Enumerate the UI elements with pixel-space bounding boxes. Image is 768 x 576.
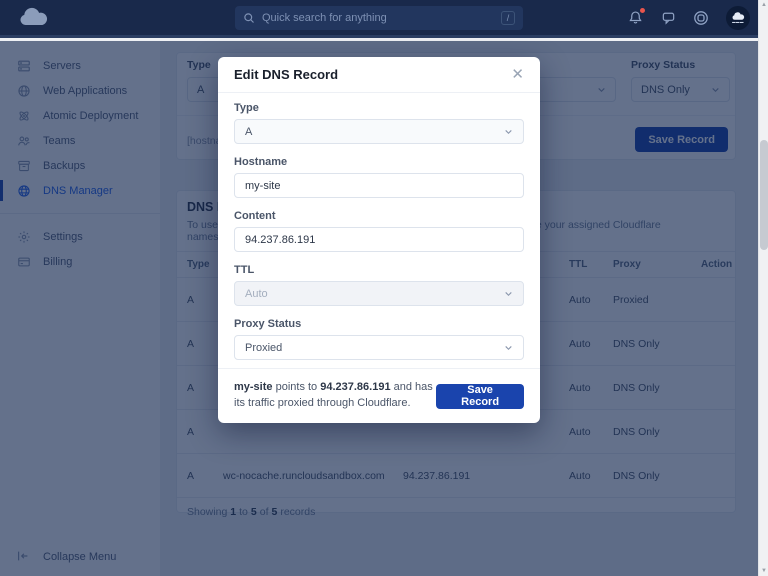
page-scrollbar[interactable]: ▲ ▼ [758,0,768,576]
chevron-down-icon [504,290,513,297]
record-summary-text: my-site points to 94.237.86.191 and has … [234,380,436,412]
notification-dot [640,8,645,13]
user-avatar[interactable]: ▬▬▬ [726,6,750,30]
modal-save-record-button[interactable]: Save Record [436,384,524,409]
modal-ttl-label: TTL [234,264,524,276]
avatar-caption: ▬▬▬ [732,21,744,24]
modal-proxy-value: Proxied [245,342,282,354]
runcloud-logo-icon [18,7,48,28]
modal-proxy-select[interactable]: Proxied [234,335,524,360]
close-icon[interactable]: ✕ [511,67,524,82]
modal-title: Edit DNS Record [234,67,338,82]
edit-dns-record-modal: Edit DNS Record ✕ Type A Hostname Conten… [218,57,540,423]
scrollbar-thumb[interactable] [760,140,768,250]
search-shortcut-key: / [501,11,515,25]
modal-type-value: A [245,126,252,138]
modal-proxy-label: Proxy Status [234,318,524,330]
summary-ip: 94.237.86.191 [320,381,390,393]
global-search[interactable]: / [235,6,523,30]
notifications-bell-icon[interactable] [627,10,643,26]
modal-ttl-select: Auto [234,281,524,306]
top-navbar: / ▬▬▬ [0,0,758,38]
search-icon [243,12,255,24]
modal-type-label: Type [234,102,524,114]
summary-text: points to [273,381,321,393]
chevron-down-icon [504,344,513,351]
feedback-chat-icon[interactable] [660,10,676,26]
scroll-up-arrow[interactable]: ▲ [759,0,768,10]
modal-content-input[interactable] [245,234,513,246]
help-icon[interactable] [693,10,709,26]
chevron-down-icon [504,128,513,135]
modal-ttl-value: Auto [245,288,268,300]
modal-content-field[interactable] [234,227,524,252]
search-input[interactable] [262,12,501,24]
scroll-down-arrow[interactable]: ▼ [759,566,768,576]
modal-type-select[interactable]: A [234,119,524,144]
modal-hostname-field[interactable] [234,173,524,198]
modal-hostname-input[interactable] [245,180,513,192]
modal-content-label: Content [234,210,524,222]
summary-host: my-site [234,381,273,393]
modal-hostname-label: Hostname [234,156,524,168]
